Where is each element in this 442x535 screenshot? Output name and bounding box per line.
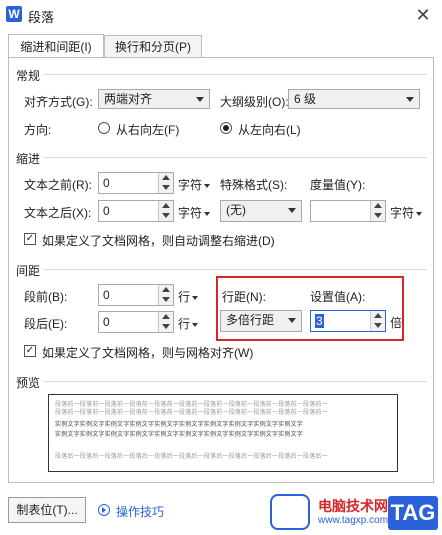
space-after-unit[interactable]: 行 bbox=[178, 315, 199, 332]
spin-up-icon bbox=[162, 175, 170, 180]
watermark-title: 电脑技术网 bbox=[318, 498, 388, 514]
chevron-down-icon bbox=[416, 211, 423, 216]
spin-up-icon bbox=[162, 314, 170, 319]
preview-box: 段落前一段落前一段落前一段落前一段落前一段落前一段落前一段落前一段落前一段落前一… bbox=[48, 394, 398, 472]
space-before-unit-label: 行 bbox=[178, 290, 191, 304]
section-preview-title: 预览 bbox=[16, 376, 41, 390]
preview-prev-line: 段落前一段落前一段落前一段落前一段落前一段落前一段落前一段落前一段落前一段落前一… bbox=[55, 410, 328, 416]
measure-input[interactable] bbox=[310, 200, 386, 222]
tips-link[interactable]: 操作技巧 bbox=[116, 503, 164, 520]
spin-down-icon bbox=[374, 213, 382, 218]
chevron-down-icon bbox=[204, 183, 211, 188]
chevron-down-icon bbox=[288, 208, 296, 213]
special-format-label: 特殊格式(S): bbox=[220, 178, 288, 192]
space-after-value: 0 bbox=[103, 315, 110, 329]
space-after-unit-label: 行 bbox=[178, 317, 191, 331]
indent-grid-check-label: 如果定义了文档网格，则自动调整右缩进(D) bbox=[42, 234, 275, 248]
indent-after-input[interactable]: 0 bbox=[98, 200, 174, 222]
section-general-title: 常规 bbox=[16, 69, 41, 83]
preview-sample-line: 实例文字实例文字实例文字实例文字实例文字实例文字实例文字实例文字实例文字实例文字 bbox=[55, 422, 304, 428]
chevron-down-icon bbox=[192, 322, 199, 327]
rtl-radio[interactable] bbox=[98, 122, 110, 134]
chevron-down-icon bbox=[192, 295, 199, 300]
wps-writer-icon: W bbox=[6, 6, 22, 22]
tab-stops-button[interactable]: 制表位(T)... bbox=[8, 497, 86, 523]
indent-before-input[interactable]: 0 bbox=[98, 172, 174, 194]
chevron-down-icon bbox=[406, 97, 414, 102]
alignment-label: 对齐方式(G): bbox=[24, 95, 93, 109]
section-spacing-title: 间距 bbox=[16, 264, 41, 278]
section-indent-title: 缩进 bbox=[16, 152, 41, 166]
indent-before-label: 文本之前(R): bbox=[24, 178, 92, 192]
spin-buttons[interactable] bbox=[158, 285, 173, 305]
spin-buttons[interactable] bbox=[158, 173, 173, 193]
divider bbox=[44, 157, 426, 158]
spin-up-icon bbox=[374, 203, 382, 208]
indent-before-unit[interactable]: 字符 bbox=[178, 176, 211, 193]
space-before-value: 0 bbox=[103, 288, 110, 302]
alignment-value: 两端对齐 bbox=[104, 92, 153, 106]
indent-before-unit-label: 字符 bbox=[178, 178, 203, 192]
divider bbox=[44, 381, 426, 382]
preview-sample-line: 实例文字实例文字实例文字实例文字实例文字实例文字实例文字实例文字实例文字实例文字 bbox=[55, 432, 304, 438]
space-after-input[interactable]: 0 bbox=[98, 311, 174, 333]
highlight-box bbox=[216, 276, 404, 341]
indent-after-label: 文本之后(X): bbox=[24, 206, 92, 220]
special-format-value: (无) bbox=[226, 203, 246, 217]
spin-buttons[interactable] bbox=[370, 201, 385, 221]
close-icon[interactable]: ✕ bbox=[412, 4, 434, 26]
divider bbox=[44, 269, 426, 270]
ltr-radio[interactable] bbox=[220, 122, 232, 134]
tab-line-page-breaks[interactable]: 换行和分页(P) bbox=[104, 35, 202, 59]
watermark-logo-icon bbox=[270, 494, 310, 530]
spacing-grid-check-label: 如果定义了文档网格，则与网格对齐(W) bbox=[42, 346, 254, 360]
ltr-label: 从左向右(L) bbox=[238, 123, 301, 137]
measure-unit-label: 字符 bbox=[390, 206, 415, 220]
chevron-down-icon bbox=[204, 211, 211, 216]
spin-up-icon bbox=[162, 287, 170, 292]
space-before-label: 段前(B): bbox=[24, 290, 68, 304]
indent-after-value: 0 bbox=[103, 204, 110, 218]
measure-unit[interactable]: 字符 bbox=[390, 204, 423, 221]
watermark-url: www.tagxp.com bbox=[318, 515, 389, 526]
spin-down-icon bbox=[162, 297, 170, 302]
special-format-select[interactable]: (无) bbox=[220, 200, 302, 222]
watermark-tag: TAG bbox=[388, 496, 438, 530]
spin-buttons[interactable] bbox=[158, 312, 173, 332]
spin-up-icon bbox=[162, 203, 170, 208]
space-before-input[interactable]: 0 bbox=[98, 284, 174, 306]
indent-after-unit-label: 字符 bbox=[178, 206, 203, 220]
spin-buttons[interactable] bbox=[158, 201, 173, 221]
divider bbox=[44, 74, 426, 75]
indent-grid-checkbox[interactable]: ✓ bbox=[24, 233, 36, 245]
indent-after-unit[interactable]: 字符 bbox=[178, 204, 211, 221]
space-after-label: 段后(E): bbox=[24, 317, 68, 331]
chevron-down-icon bbox=[196, 97, 204, 102]
spin-down-icon bbox=[162, 324, 170, 329]
direction-label: 方向: bbox=[24, 123, 52, 137]
preview-next-line: 段落后一段落后一段落后一段落后一段落后一段落后一段落后一段落后一段落后一段落后一… bbox=[55, 454, 328, 460]
spacing-grid-checkbox[interactable]: ✓ bbox=[24, 345, 36, 357]
outline-level-value: 6 级 bbox=[294, 92, 317, 106]
spin-down-icon bbox=[162, 213, 170, 218]
alignment-select[interactable]: 两端对齐 bbox=[98, 89, 210, 109]
title-bar bbox=[0, 0, 442, 30]
dialog-title: 段落 bbox=[28, 10, 55, 25]
space-before-unit[interactable]: 行 bbox=[178, 288, 199, 305]
spin-down-icon bbox=[162, 185, 170, 190]
outline-level-label: 大纲级别(O): bbox=[220, 95, 289, 109]
measure-label: 度量值(Y): bbox=[310, 178, 366, 192]
play-circle-icon[interactable] bbox=[98, 504, 110, 516]
indent-before-value: 0 bbox=[103, 176, 110, 190]
rtl-label: 从右向左(F) bbox=[116, 123, 180, 137]
outline-level-select[interactable]: 6 级 bbox=[288, 89, 420, 109]
